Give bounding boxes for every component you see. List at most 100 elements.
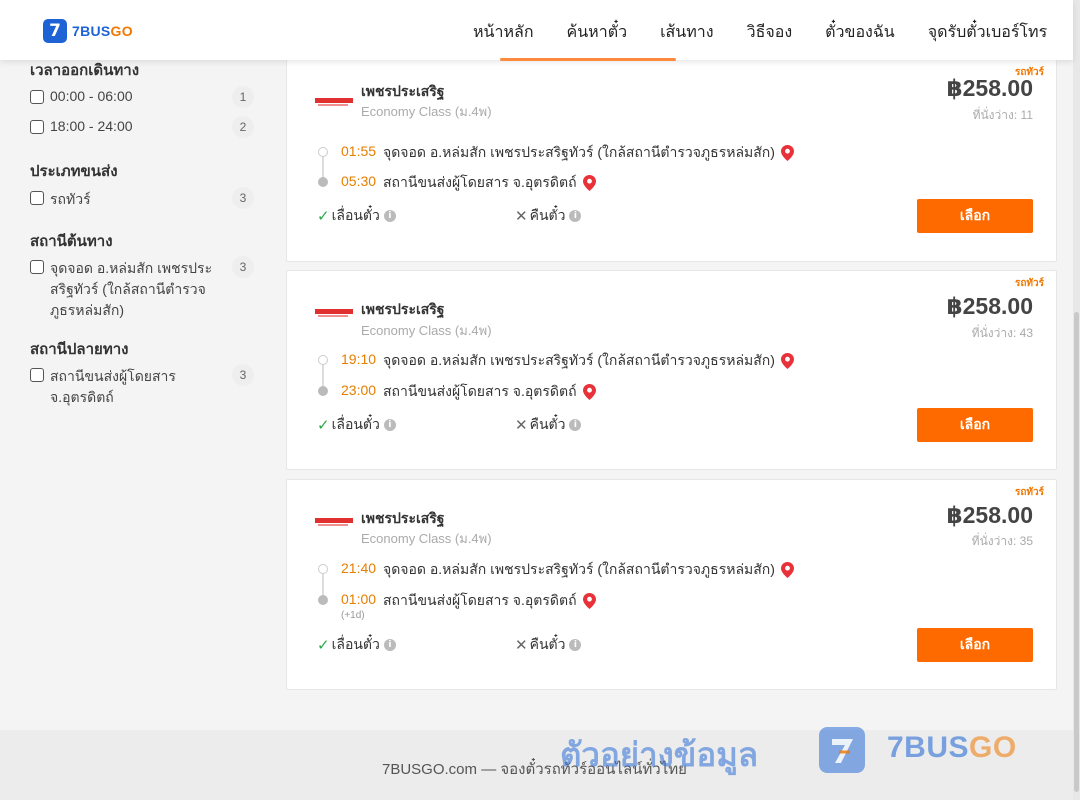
check-icon: ✓ [317,208,330,225]
map-pin-icon[interactable] [582,384,596,400]
arrival-stop: สถานีขนส่งผู้โดยสาร จ.อุตรดิตถ์ [383,590,596,612]
operator-logo-icon [315,518,353,526]
filter-option-label: 00:00 - 06:00 [50,88,133,104]
checkbox[interactable] [30,90,44,104]
arrival-time: 01:00 [341,591,377,607]
filter-count-badge: 3 [232,364,254,386]
info-icon[interactable]: i [383,639,396,651]
select-button[interactable]: เลือก [917,199,1033,233]
vehicle-type-tag: รถทัวร์ [1014,487,1044,498]
filter-option-label: 18:00 - 24:00 [50,118,133,134]
info-icon[interactable]: i [569,210,582,222]
checkbox[interactable] [30,368,44,382]
map-pin-icon[interactable] [780,145,794,161]
filter-title-transport-type: ประเภทขนส่ง [30,163,118,180]
reschedule-policy: ✓ เลื่อนตั๋ว i [317,414,396,436]
departure-time: 19:10 [341,351,377,367]
next-day-indicator: (+1d) [341,610,365,621]
operator-name: เพชรประเสริฐ [361,83,445,99]
filter-count-badge: 3 [232,256,254,278]
destination-dot [318,595,328,605]
nav-my-tickets[interactable]: ตั๋วของฉัน [825,20,895,45]
scrollbar-thumb[interactable] [1074,312,1079,792]
price: ฿258.00 [946,293,1033,319]
filter-option-label: จุดจอด อ.หล่มสัก เพชรประสริฐทัวร์ (ใกล้ส… [50,260,213,318]
filter-option-origin[interactable]: จุดจอด อ.หล่มสัก เพชรประสริฐทัวร์ (ใกล้ส… [30,256,254,321]
check-icon: ✓ [317,417,330,434]
select-button[interactable]: เลือก [917,628,1033,662]
departure-stop: จุดจอด อ.หล่มสัก เพชรประสริฐทัวร์ (ใกล้ส… [383,559,794,581]
filter-option-time-1824[interactable]: 18:00 - 24:00 2 [30,116,254,138]
check-icon: ✓ [317,637,330,654]
operator-logo-icon [315,98,353,106]
info-icon[interactable]: i [569,419,582,431]
operator-logo-icon [315,309,353,317]
operator-name: เพชรประเสริฐ [361,301,445,317]
watermark-brand: 7BUSGO [887,731,1017,764]
site-logo[interactable]: 7 7BUSGO [43,19,133,43]
origin-dot [318,147,328,157]
checkbox[interactable] [30,260,44,274]
main-nav: หน้าหลัก ค้นหาตั๋ว เส้นทาง วิธีจอง ตั๋วข… [473,20,1047,45]
map-pin-icon[interactable] [582,175,596,191]
filter-option-label: รถทัวร์ [50,191,91,207]
filter-option-destination[interactable]: สถานีขนส่งผู้โดยสาร จ.อุตรดิตถ์ 3 [30,364,254,408]
nav-how-to-book[interactable]: วิธีจอง [747,20,793,45]
reschedule-policy: ✓ เลื่อนตั๋ว i [317,205,396,227]
cross-icon: ✕ [515,417,528,434]
nav-routes[interactable]: เส้นทาง [660,20,714,45]
seat-class: Economy Class (ม.4พ) [361,104,492,119]
logo-text: 7BUSGO [72,23,133,39]
destination-dot [318,386,328,396]
sample-data-watermark: ตัวอย่างข้อมูล [560,736,759,773]
map-pin-icon[interactable] [780,562,794,578]
info-icon[interactable]: i [383,419,396,431]
refund-policy: ✕ คืนตั๋ว i [515,414,582,436]
filter-count-badge: 3 [232,187,254,209]
arrival-time: 05:30 [341,173,377,189]
origin-dot [318,564,328,574]
result-card: รถทัวร์ เพชรประเสริฐ Economy Class (ม.4พ… [286,270,1057,470]
page-scrollbar[interactable] [1073,0,1080,800]
checkbox[interactable] [30,120,44,134]
arrival-time: 23:00 [341,382,377,398]
logo-mark: 7 [43,19,67,43]
departure-stop: จุดจอด อ.หล่มสัก เพชรประสริฐทัวร์ (ใกล้ส… [383,350,794,372]
refund-policy: ✕ คืนตั๋ว i [515,205,582,227]
departure-time: 01:55 [341,143,377,159]
destination-dot [318,177,328,187]
nav-search-tickets[interactable]: ค้นหาตั๋ว [567,20,628,45]
filter-title-destination: สถานีปลายทาง [30,341,129,358]
arrival-stop: สถานีขนส่งผู้โดยสาร จ.อุตรดิตถ์ [383,381,596,403]
result-card: รถทัวร์ เพชรประเสริฐ Economy Class (ม.4พ… [286,60,1057,262]
arrival-stop: สถานีขนส่งผู้โดยสาร จ.อุตรดิตถ์ [383,172,596,194]
cross-icon: ✕ [515,208,528,225]
reschedule-policy: ✓ เลื่อนตั๋ว i [317,634,396,656]
filter-option-label: สถานีขนส่งผู้โดยสาร จ.อุตรดิตถ์ [50,368,176,405]
result-card: รถทัวร์ เพชรประเสริฐ Economy Class (ม.4พ… [286,479,1057,690]
filter-option-time-0006[interactable]: 00:00 - 06:00 1 [30,86,254,108]
seats-available: ที่นั่งว่าง: 43 [971,326,1033,340]
nav-ticket-pickup[interactable]: จุดรับตั๋วเบอร์โทร [928,20,1047,45]
operator-name: เพชรประเสริฐ [361,510,445,526]
refund-policy: ✕ คืนตั๋ว i [515,634,582,656]
price: ฿258.00 [946,502,1033,528]
select-button[interactable]: เลือก [917,408,1033,442]
seats-available: ที่นั่งว่าง: 35 [971,534,1033,548]
filter-title-origin: สถานีต้นทาง [30,233,113,250]
info-icon[interactable]: i [383,210,396,222]
checkbox[interactable] [30,191,44,205]
seats-available: ที่นั่งว่าง: 11 [972,108,1033,122]
nav-home[interactable]: หน้าหลัก [473,20,534,45]
departure-time: 21:40 [341,560,377,576]
filter-count-badge: 1 [232,86,254,108]
filter-count-badge: 2 [232,116,254,138]
filter-option-tour-bus[interactable]: รถทัวร์ 3 [30,187,254,211]
info-icon[interactable]: i [569,639,582,651]
vehicle-type-tag: รถทัวร์ [1014,278,1044,289]
sort-tab-underline [500,58,676,61]
top-header: 7 7BUSGO หน้าหลัก ค้นหาตั๋ว เส้นทาง วิธี… [0,0,1073,60]
map-pin-icon[interactable] [780,353,794,369]
seat-class: Economy Class (ม.4พ) [361,323,492,338]
map-pin-icon[interactable] [582,593,596,609]
